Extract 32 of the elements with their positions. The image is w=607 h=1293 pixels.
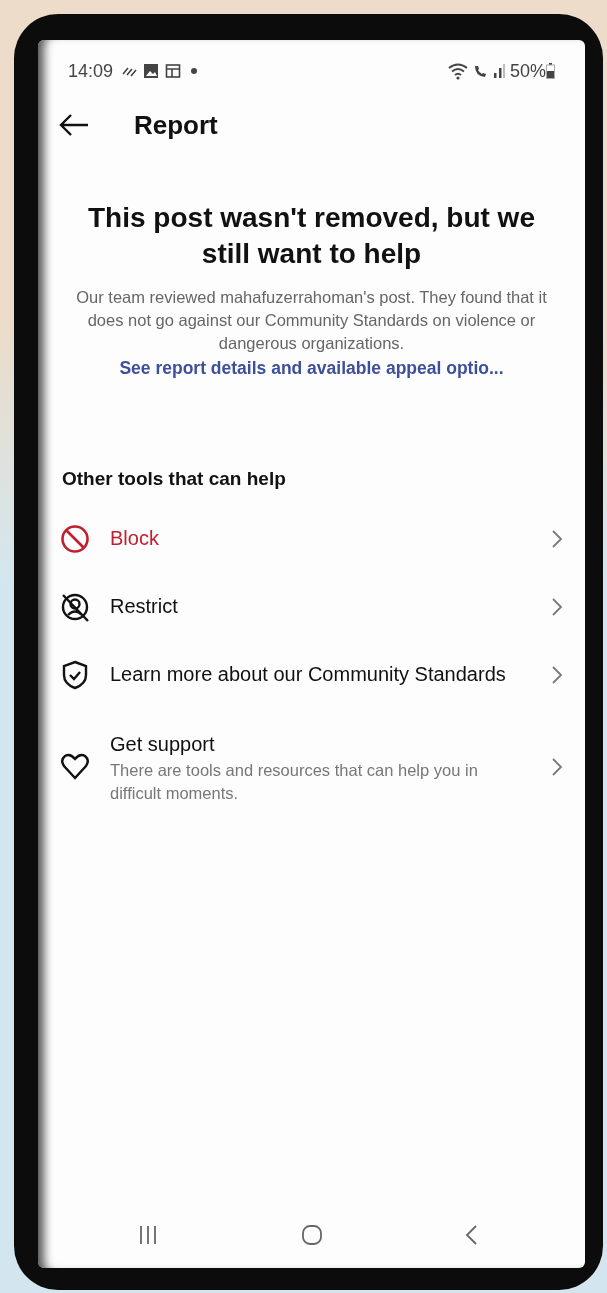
- page-title: Report: [134, 108, 218, 142]
- notice-text: Our team reviewed mahafuzerrahoman's post. They found that it does not go against our Community Standards on violence or dangerous organizations.: [75, 286, 548, 354]
- chevron-right-icon: [551, 757, 563, 778]
- wifi-icon: [446, 62, 469, 80]
- shield-check-icon: [60, 659, 90, 690]
- chevron-right-icon: [551, 596, 563, 617]
- status-time: 14:09: [68, 59, 114, 83]
- appeal-link[interactable]: See report details and available appeal optio...: [119, 357, 504, 378]
- notice-heading: This post wasn't removed, but we still want to help: [87, 201, 536, 271]
- item-label: Block: [110, 526, 160, 552]
- calendar-icon: [165, 63, 182, 79]
- signal-icon: [491, 63, 506, 79]
- chevron-right-icon: [551, 528, 563, 549]
- restrict-icon: [60, 591, 90, 622]
- item-label: Get support: [110, 731, 216, 757]
- battery-percent: 50%: [509, 59, 546, 83]
- back-arrow-icon: [58, 113, 90, 137]
- item-label: Restrict: [110, 594, 179, 620]
- item-label: Learn more about our Community Standards: [110, 662, 507, 688]
- section-heading: Other tools that can help: [61, 467, 287, 492]
- dot-icon: [191, 68, 198, 74]
- home-button[interactable]: [299, 1224, 324, 1246]
- image-icon: [143, 63, 160, 79]
- block-icon: [60, 523, 90, 554]
- list-item[interactable]: Restrict: [38, 591, 585, 622]
- chevron-right-icon: [551, 664, 563, 685]
- list-item[interactable]: Block: [38, 523, 585, 554]
- back-button[interactable]: [58, 113, 90, 137]
- list-item[interactable]: Learn more about our Community Standards: [38, 659, 585, 690]
- item-subtitle: There are tools and resources that can help you in difficult moments.: [110, 759, 479, 804]
- list-item[interactable]: Get support There are tools and resources that can help you in difficult moments.: [38, 729, 585, 805]
- battery-icon: [546, 63, 555, 79]
